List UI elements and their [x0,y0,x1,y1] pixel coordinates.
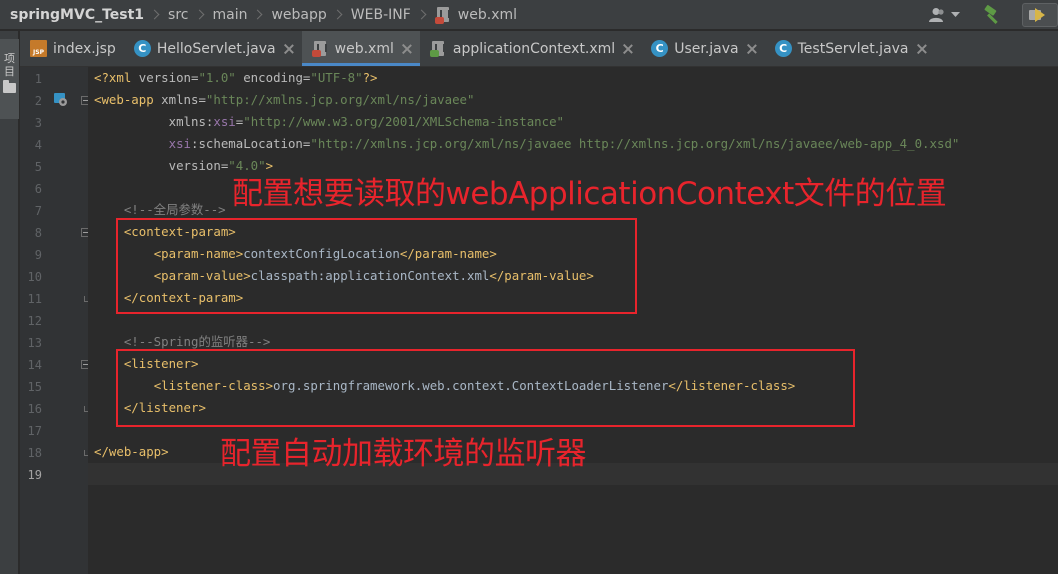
line-number: 13 [27,336,42,350]
breadcrumb-separator-icon [332,9,343,20]
xml-file-icon [429,40,447,57]
line-number: 7 [34,204,42,218]
line-number: 2 [34,94,42,108]
tab-testservlet-java[interactable]: C TestServlet.java [765,31,935,66]
line-number: 5 [34,160,42,174]
tab-label: applicationContext.xml [452,40,616,57]
breadcrumb-separator-icon [194,9,204,20]
code-line-3: xmlns:xsi="http://www.w3.org/2001/XMLSch… [168,114,565,129]
project-tool-button[interactable]: 项目 [0,39,19,119]
code-editor[interactable]: <?xml version="1.0" encoding="UTF-8"?> <… [88,67,1058,574]
breadcrumb-web-inf[interactable]: WEB-INF [351,7,411,23]
line-number: 1 [34,72,42,86]
tab-index-jsp[interactable]: JSP index.jsp [20,31,124,66]
line-number: 3 [34,116,42,130]
build-button[interactable] [982,5,1002,25]
breadcrumb-main[interactable]: main [213,7,248,23]
line-number: 11 [27,292,42,306]
tab-label: index.jsp [53,40,116,57]
line-number: 9 [34,248,42,262]
annotation-listener: 配置自动加载环境的监听器 [220,436,587,472]
line-number: 8 [34,226,42,240]
tab-label: HelloServlet.java [156,40,276,57]
account-button[interactable] [929,7,960,23]
line-number: 15 [27,380,42,394]
highlight-box-listener [116,349,855,427]
breadcrumb-separator-icon [253,9,263,20]
editor-gutter: 1 2 3 4 5 6 7 8 9 10 11 12 13 14 15 16 1… [20,67,90,574]
breadcrumb-separator-icon [149,9,160,20]
line-number: 12 [27,314,42,328]
code-line-2: <web-app xmlns="http://xmlns.jcp.org/xml… [94,92,475,107]
close-icon[interactable] [917,44,927,54]
close-icon[interactable] [747,44,757,54]
folder-icon [3,80,16,93]
line-number: 17 [27,424,42,438]
xml-file-icon [434,6,453,24]
line-number: 16 [27,402,42,416]
java-class-icon: C [133,40,151,57]
close-icon[interactable] [402,44,412,54]
code-line-1: <?xml version="1.0" encoding="UTF-8"?> [94,70,378,85]
breadcrumb: springMVC_Test1 src main webapp WEB-INF … [0,0,517,30]
tab-web-xml[interactable]: web.xml [301,31,421,66]
close-icon[interactable] [623,44,633,54]
project-tool-label: 项目 [4,52,15,78]
run-configuration-button[interactable] [1022,3,1058,27]
breadcrumb-project[interactable]: springMVC_Test1 [10,7,144,23]
tab-label: TestServlet.java [797,40,909,57]
java-class-icon: C [774,40,792,57]
tab-label: web.xml [334,40,394,57]
chevron-down-icon [951,12,960,17]
tab-helloservlet-java[interactable]: C HelloServlet.java [124,31,302,66]
line-number: 18 [27,446,42,460]
code-line-4: xsi:schemaLocation="http://xmlns.jcp.org… [168,136,960,151]
breadcrumb-webapp[interactable]: webapp [271,7,326,23]
java-class-icon: C [651,40,669,57]
breadcrumb-separator-icon [416,9,427,20]
code-line-18: </web-app> [94,444,169,459]
tab-label: User.java [674,40,739,57]
tab-applicationcontext-xml[interactable]: applicationContext.xml [420,31,641,66]
navigation-bar: springMVC_Test1 src main webapp WEB-INF … [0,0,1058,30]
line-number: 14 [27,358,42,372]
tab-user-java[interactable]: C User.java [641,31,764,66]
close-icon[interactable] [284,44,294,54]
line-number: 4 [34,138,42,152]
web-descriptor-gutter-icon[interactable] [53,92,68,107]
jsp-file-icon: JSP [30,40,47,57]
user-icon [929,8,944,22]
breadcrumb-src[interactable]: src [168,7,188,23]
line-number: 10 [27,270,42,284]
hammer-icon [984,5,998,24]
breadcrumb-file[interactable]: web.xml [458,7,517,23]
line-number: 19 [27,468,42,482]
annotation-context-param: 配置想要读取的webApplicationContext文件的位置 [232,176,947,212]
line-number: 6 [34,182,42,196]
editor-tab-bar: JSP index.jsp C HelloServlet.java web.xm… [20,31,1058,67]
tool-window-strip: 项目 [0,31,19,574]
run-config-icon [1029,8,1045,22]
highlight-box-context-param [116,218,637,314]
xml-file-icon [311,40,329,57]
toolbar-right [929,0,1058,30]
